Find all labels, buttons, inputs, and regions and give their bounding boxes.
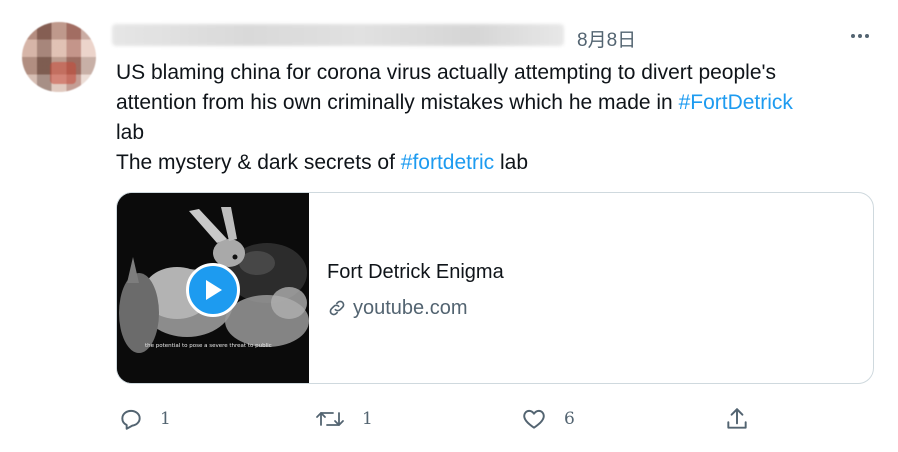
tweet-text-segment: US blaming china for corona virus actual… — [116, 61, 777, 84]
share-icon — [727, 408, 747, 429]
play-button[interactable] — [186, 263, 240, 317]
reply-count: 1 — [160, 409, 171, 429]
card-domain-text: youtube.com — [353, 297, 468, 319]
author-name-redacted[interactable] — [112, 24, 564, 46]
avatar[interactable] — [22, 22, 96, 92]
card-body[interactable]: Fort Detrick Enigma youtube.com — [327, 259, 863, 321]
tweet[interactable]: 8月8日 US blaming china for corona virus a… — [0, 0, 898, 452]
like-count: 6 — [564, 409, 575, 429]
hashtag-link[interactable]: #FortDetrick — [679, 91, 793, 114]
hashtag-link[interactable]: #fortdetric — [401, 151, 494, 174]
heart-icon — [523, 409, 545, 429]
retweet-icon — [316, 412, 344, 426]
more-options-icon[interactable] — [846, 22, 874, 50]
like-button[interactable]: 6 — [520, 402, 575, 436]
tweet-text-line: attention from his own criminally mistak… — [116, 88, 856, 118]
tweet-text-segment: attention from his own criminally mistak… — [116, 91, 679, 114]
thumbnail-caption: the potential to pose a severe threat to… — [145, 343, 272, 349]
tweet-text-segment: lab — [116, 121, 145, 144]
tweet-text-line: The mystery & dark secrets of #fortdetri… — [116, 148, 856, 178]
retweet-count: 1 — [362, 409, 373, 429]
reply-icon — [121, 409, 141, 430]
tweet-text-segment: lab — [494, 151, 528, 174]
link-icon — [329, 300, 345, 316]
action-bar: 1 1 6 — [116, 402, 876, 436]
avatar-mosaic — [22, 22, 96, 92]
card-title[interactable]: Fort Detrick Enigma — [327, 259, 863, 285]
link-card[interactable]: the potential to pose a severe threat to… — [116, 192, 874, 384]
tweet-text-line: US blaming china for corona virus actual… — [116, 58, 856, 88]
video-thumbnail[interactable]: the potential to pose a severe threat to… — [117, 193, 309, 383]
reply-button[interactable]: 1 — [118, 402, 171, 436]
timestamp[interactable]: 8月8日 — [577, 25, 636, 52]
share-button[interactable] — [724, 402, 750, 436]
tweet-text-line: lab — [116, 118, 856, 148]
tweet-text: US blaming china for corona virus actual… — [116, 58, 856, 178]
play-icon — [206, 280, 222, 300]
tweet-text-segment: The mystery & dark secrets of — [116, 151, 401, 174]
card-domain[interactable]: youtube.com — [327, 295, 863, 321]
retweet-button[interactable]: 1 — [314, 402, 373, 436]
